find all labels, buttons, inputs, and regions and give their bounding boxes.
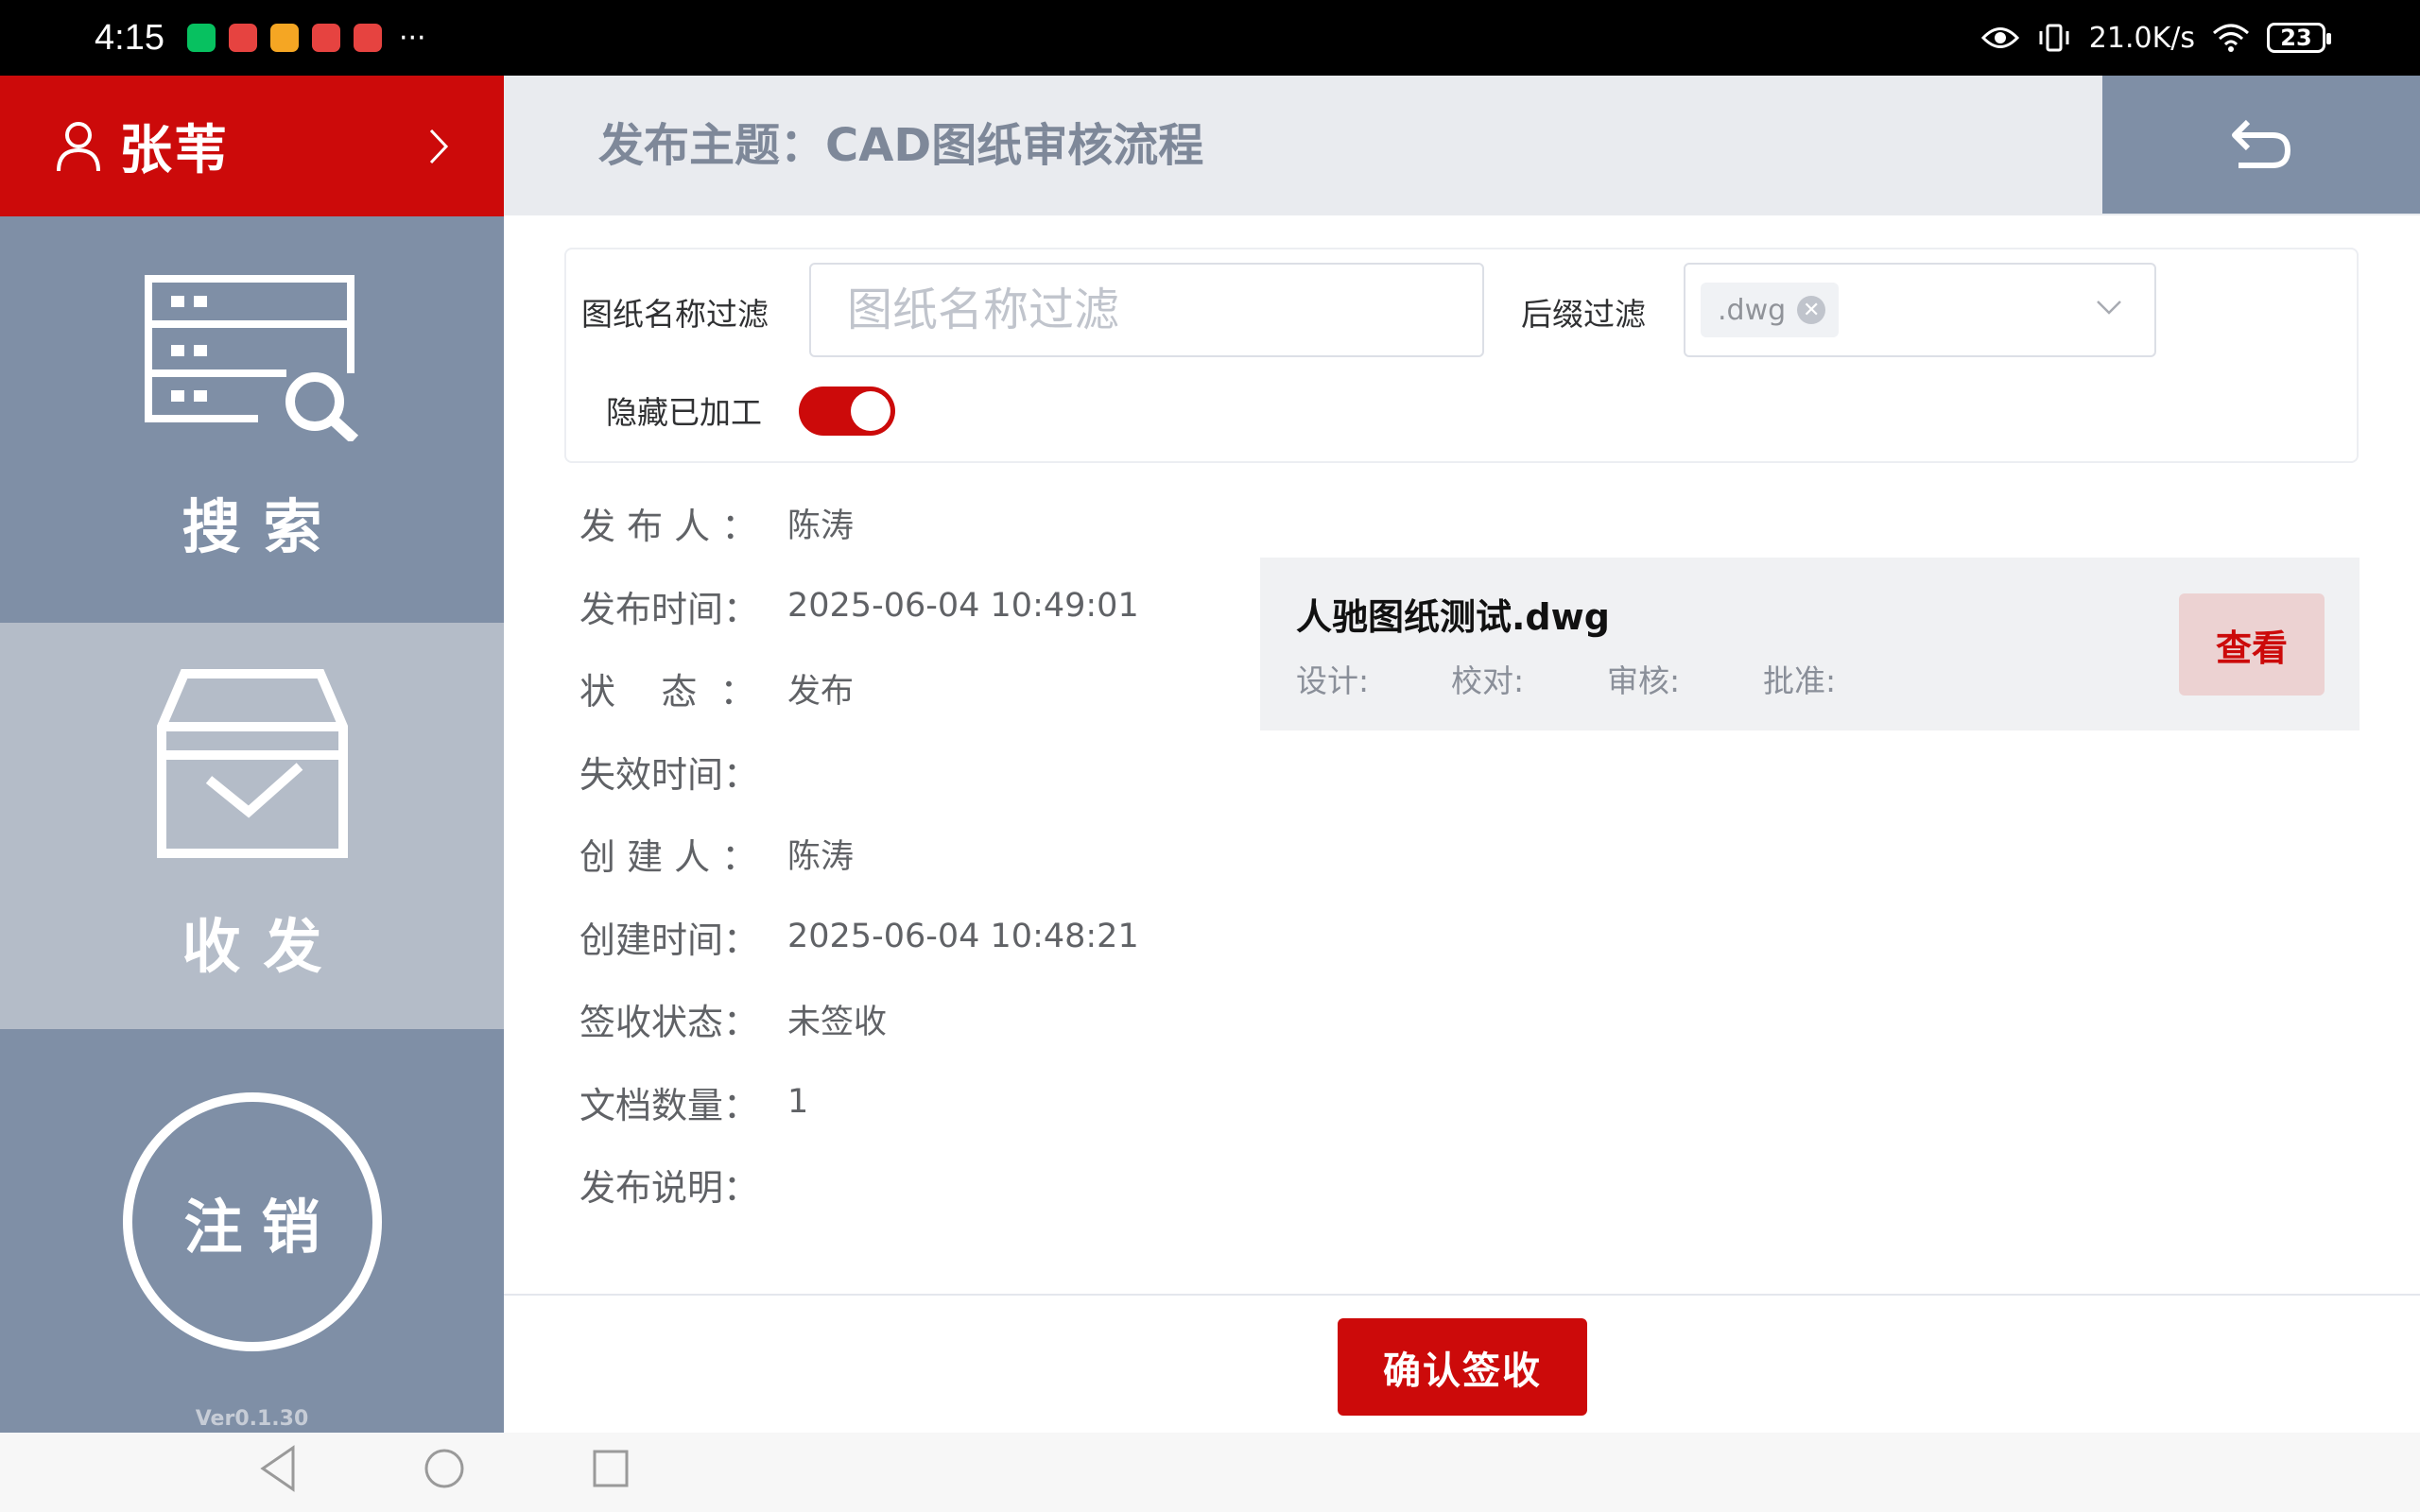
info-key: 创 建 人 ： [579,836,758,879]
suffix-tag-label: .dwg [1718,293,1787,327]
check-label: 校对: [1451,662,1525,699]
red-app-icon [228,24,257,52]
info-row-expire-time: 失效时间： [579,730,1298,814]
system-nav-bar [0,1433,2420,1512]
info-key: 发 布 人 ： [579,506,758,548]
info-value: 陈涛 [787,838,855,877]
info-row-publisher: 发 布 人 ： 陈涛 [579,482,1298,565]
header-bar: 发布主题：CAD图纸审核流程 [504,76,2420,215]
approve-label: 批准: [1763,662,1837,699]
info-value: 发布 [787,673,855,712]
review-label: 审核: [1607,662,1681,699]
home-circle-icon[interactable] [424,1444,465,1493]
nav-item-search[interactable]: 搜索 [0,216,504,623]
network-speed: 21.0K/s [2088,21,2195,55]
info-value: 未签收 [787,1004,888,1042]
document-card: 人驰图纸测试.dwg 设计: 校对: 审核: 批准: 查看 [1260,558,2360,730]
tag-close-icon[interactable]: ✕ [1797,296,1826,324]
suffix-filter-label: 后缀过滤 [1521,296,1646,333]
more-notifications-icon: ··· [398,21,426,55]
design-label: 设计: [1296,662,1370,699]
logout-label: 注销 [183,1192,339,1262]
battery-indicator: 23 [2267,23,2331,53]
info-row-status: 状 态 ： 发布 [579,647,1298,730]
info-row-description: 发布说明： [579,1143,1298,1227]
nav-label-transceive: 收发 [182,912,345,981]
info-value: 陈涛 [787,507,855,546]
info-key: 发布时间： [579,588,760,630]
version-label: Ver0.1.30 [195,1407,309,1431]
wechat-icon [186,24,216,52]
wifi-icon [2213,24,2249,52]
name-filter-label: 图纸名称过滤 [581,296,769,333]
info-key: 创建时间： [579,919,760,961]
chevron-down-icon [2097,301,2121,315]
name-filter-input[interactable] [809,263,1484,357]
vibrate-icon [2039,24,2069,52]
clock: 4:15 [95,17,164,58]
logout-button[interactable]: 注销 [122,1091,382,1351]
hide-processed-toggle[interactable] [799,387,895,436]
info-row-doc-count: 文档数量： 1 [579,1061,1298,1144]
divider [504,1294,2420,1296]
info-row-creator: 创 建 人 ： 陈涛 [579,813,1298,896]
toggle-knob [851,391,890,431]
suffix-filter-select[interactable]: .dwg ✕ [1684,263,2156,357]
suffix-tag: .dwg ✕ [1701,283,1840,337]
undo-arrow-icon [2232,119,2291,168]
user-profile-bar[interactable]: 张苇 [0,76,504,216]
release-info: 发 布 人 ： 陈涛 发布时间： 2025-06-04 10:49:01 状 态… [579,482,1298,1227]
battery-level: 23 [2280,25,2312,51]
red-app-icon-3 [353,24,382,52]
search-list-icon [144,275,358,441]
info-key: 签收状态： [579,1002,760,1044]
red-app-icon-2 [311,24,340,52]
filter-panel: 图纸名称过滤 后缀过滤 .dwg ✕ 隐藏已加工 [564,248,2359,463]
orange-app-icon [269,24,299,52]
info-row-create-time: 创建时间： 2025-06-04 10:48:21 [579,896,1298,979]
info-value: 1 [787,1083,809,1122]
nav-label-search: 搜索 [182,492,345,561]
hide-processed-label: 隐藏已加工 [606,394,762,431]
info-key: 状 态 ： [579,671,756,713]
recents-square-icon[interactable] [590,1444,631,1493]
back-triangle-icon[interactable] [257,1444,299,1493]
inbox-check-icon [156,669,348,858]
status-bar: 4:15 ··· 21.0K/s 23 [0,0,2420,76]
info-row-sign-status: 签收状态： 未签收 [579,978,1298,1061]
page-title: 发布主题：CAD图纸审核流程 [598,119,1204,172]
logout-area: 注销 Ver0.1.30 [0,1029,504,1433]
user-name: 张苇 [119,120,229,181]
info-value: 2025-06-04 10:49:01 [787,587,1139,626]
user-icon [57,121,100,171]
eye-icon [1980,27,2019,48]
back-button[interactable] [2102,76,2420,214]
status-right: 21.0K/s 23 [1980,21,2331,55]
info-key: 文档数量： [579,1084,760,1126]
info-key: 发布说明： [579,1167,760,1210]
confirm-sign-button[interactable]: 确认签收 [1338,1318,1587,1416]
info-row-publish-time: 发布时间： 2025-06-04 10:49:01 [579,565,1298,648]
info-value: 2025-06-04 10:48:21 [787,918,1139,956]
sidebar: 张苇 搜索 收发 注销 Ver0.1.30 [0,76,504,1433]
view-button[interactable]: 查看 [2179,593,2325,696]
document-name: 人驰图纸测试.dwg [1296,596,1610,638]
chevron-right-icon [429,129,449,163]
info-key: 失效时间： [579,753,760,796]
status-left: 4:15 ··· [95,18,426,59]
nav-item-transceive[interactable]: 收发 [0,623,504,1029]
